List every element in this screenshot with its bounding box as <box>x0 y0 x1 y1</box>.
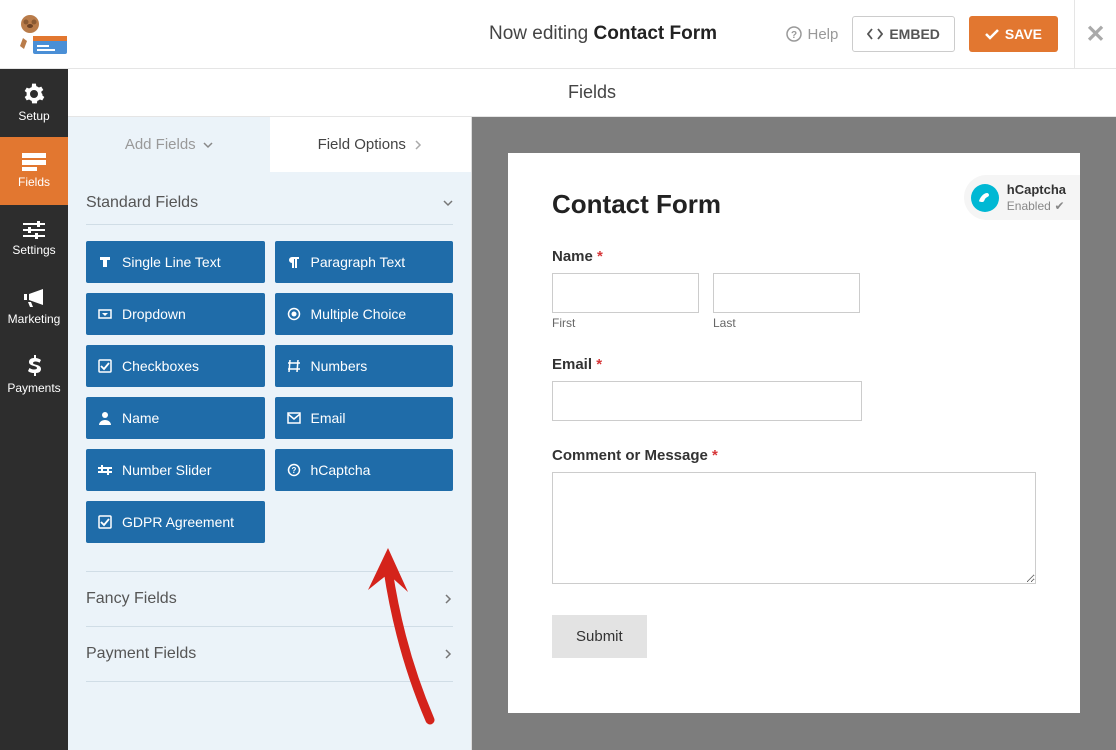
help-icon: ? <box>786 26 802 42</box>
nav-fields-label: Fields <box>18 175 50 189</box>
code-icon <box>867 28 883 40</box>
dropdown-icon <box>98 307 112 321</box>
app-logo <box>0 0 90 68</box>
editing-title: Contact Form <box>594 23 718 44</box>
field-numbers[interactable]: Numbers <box>275 345 454 387</box>
standard-fields-toggle[interactable]: Standard Fields <box>86 172 453 224</box>
close-button[interactable]: ✕ <box>1074 0 1116 69</box>
gear-icon <box>23 83 45 105</box>
save-button[interactable]: SAVE <box>969 16 1058 52</box>
nav-setup[interactable]: Setup <box>0 69 68 137</box>
email-label: Email * <box>552 356 1036 373</box>
field-checkboxes[interactable]: Checkboxes <box>86 345 265 387</box>
email-input[interactable] <box>552 381 862 421</box>
envelope-icon <box>287 412 301 424</box>
last-name-input[interactable] <box>713 273 860 313</box>
text-icon <box>98 255 112 269</box>
field-dropdown[interactable]: Dropdown <box>86 293 265 335</box>
field-hcaptcha[interactable]: ?hCaptcha <box>275 449 454 491</box>
tab-field-options[interactable]: Field Options <box>270 117 472 172</box>
form-card: hCaptcha Enabled ✔ Contact Form Name * F… <box>508 153 1080 713</box>
field-email[interactable]: Email <box>275 397 454 439</box>
nav-marketing-label: Marketing <box>8 312 61 326</box>
form-icon <box>22 153 46 171</box>
chevron-right-icon <box>443 649 453 659</box>
captcha-name: hCaptcha <box>1007 182 1066 197</box>
first-name-input[interactable] <box>552 273 699 313</box>
radio-icon <box>287 307 301 321</box>
checkbox-icon <box>98 515 112 529</box>
chevron-down-icon <box>203 140 213 150</box>
nav-marketing[interactable]: Marketing <box>0 273 68 341</box>
nav-settings[interactable]: Settings <box>0 205 68 273</box>
captcha-status: Enabled <box>1007 199 1051 213</box>
nav-payments-label: Payments <box>7 381 60 395</box>
field-panel: Add Fields Field Options Standard Fields <box>68 117 472 750</box>
field-paragraph-text[interactable]: Paragraph Text <box>275 241 454 283</box>
name-label: Name * <box>552 248 1036 265</box>
svg-text:?: ? <box>291 466 296 475</box>
fancy-fields-toggle[interactable]: Fancy Fields <box>86 572 453 626</box>
checkbox-icon <box>98 359 112 373</box>
message-textarea[interactable] <box>552 472 1036 584</box>
editing-prefix: Now editing <box>489 23 594 44</box>
hash-icon <box>287 359 301 373</box>
form-preview: hCaptcha Enabled ✔ Contact Form Name * F… <box>472 117 1116 750</box>
last-sublabel: Last <box>713 316 860 330</box>
field-gdpr[interactable]: GDPR Agreement <box>86 501 265 543</box>
tab-add-fields[interactable]: Add Fields <box>68 117 270 172</box>
first-sublabel: First <box>552 316 699 330</box>
message-label: Comment or Message * <box>552 447 1036 464</box>
paragraph-icon <box>287 255 301 269</box>
top-bar: Now editing Contact Form ? Help EMBED SA… <box>0 0 1116 69</box>
person-icon <box>98 411 112 425</box>
chevron-right-icon <box>443 594 453 604</box>
submit-button[interactable]: Submit <box>552 615 647 658</box>
shield-icon: ? <box>287 463 301 477</box>
slider-icon <box>98 463 112 477</box>
chevron-down-icon <box>443 198 453 208</box>
nav-settings-label: Settings <box>12 243 55 257</box>
payment-fields-toggle[interactable]: Payment Fields <box>86 627 453 681</box>
field-single-line-text[interactable]: Single Line Text <box>86 241 265 283</box>
nav-payments[interactable]: Payments <box>0 341 68 409</box>
check-badge-icon: ✔ <box>1054 199 1064 213</box>
megaphone-icon <box>23 288 45 308</box>
field-number-slider[interactable]: Number Slider <box>86 449 265 491</box>
svg-text:?: ? <box>791 30 797 41</box>
sliders-icon <box>23 221 45 239</box>
field-name[interactable]: Name <box>86 397 265 439</box>
chevron-right-icon <box>413 140 423 150</box>
field-multiple-choice[interactable]: Multiple Choice <box>275 293 454 335</box>
captcha-badge: hCaptcha Enabled ✔ <box>964 175 1080 220</box>
side-nav: Setup Fields Settings Marketing Payments <box>0 69 68 750</box>
nav-fields[interactable]: Fields <box>0 137 68 205</box>
hcaptcha-icon <box>971 184 999 212</box>
dollar-icon <box>27 355 41 377</box>
embed-button[interactable]: EMBED <box>852 16 955 52</box>
nav-setup-label: Setup <box>18 109 49 123</box>
help-link[interactable]: ? Help <box>786 26 838 43</box>
check-icon <box>985 28 999 40</box>
section-header: Fields <box>68 69 1116 117</box>
